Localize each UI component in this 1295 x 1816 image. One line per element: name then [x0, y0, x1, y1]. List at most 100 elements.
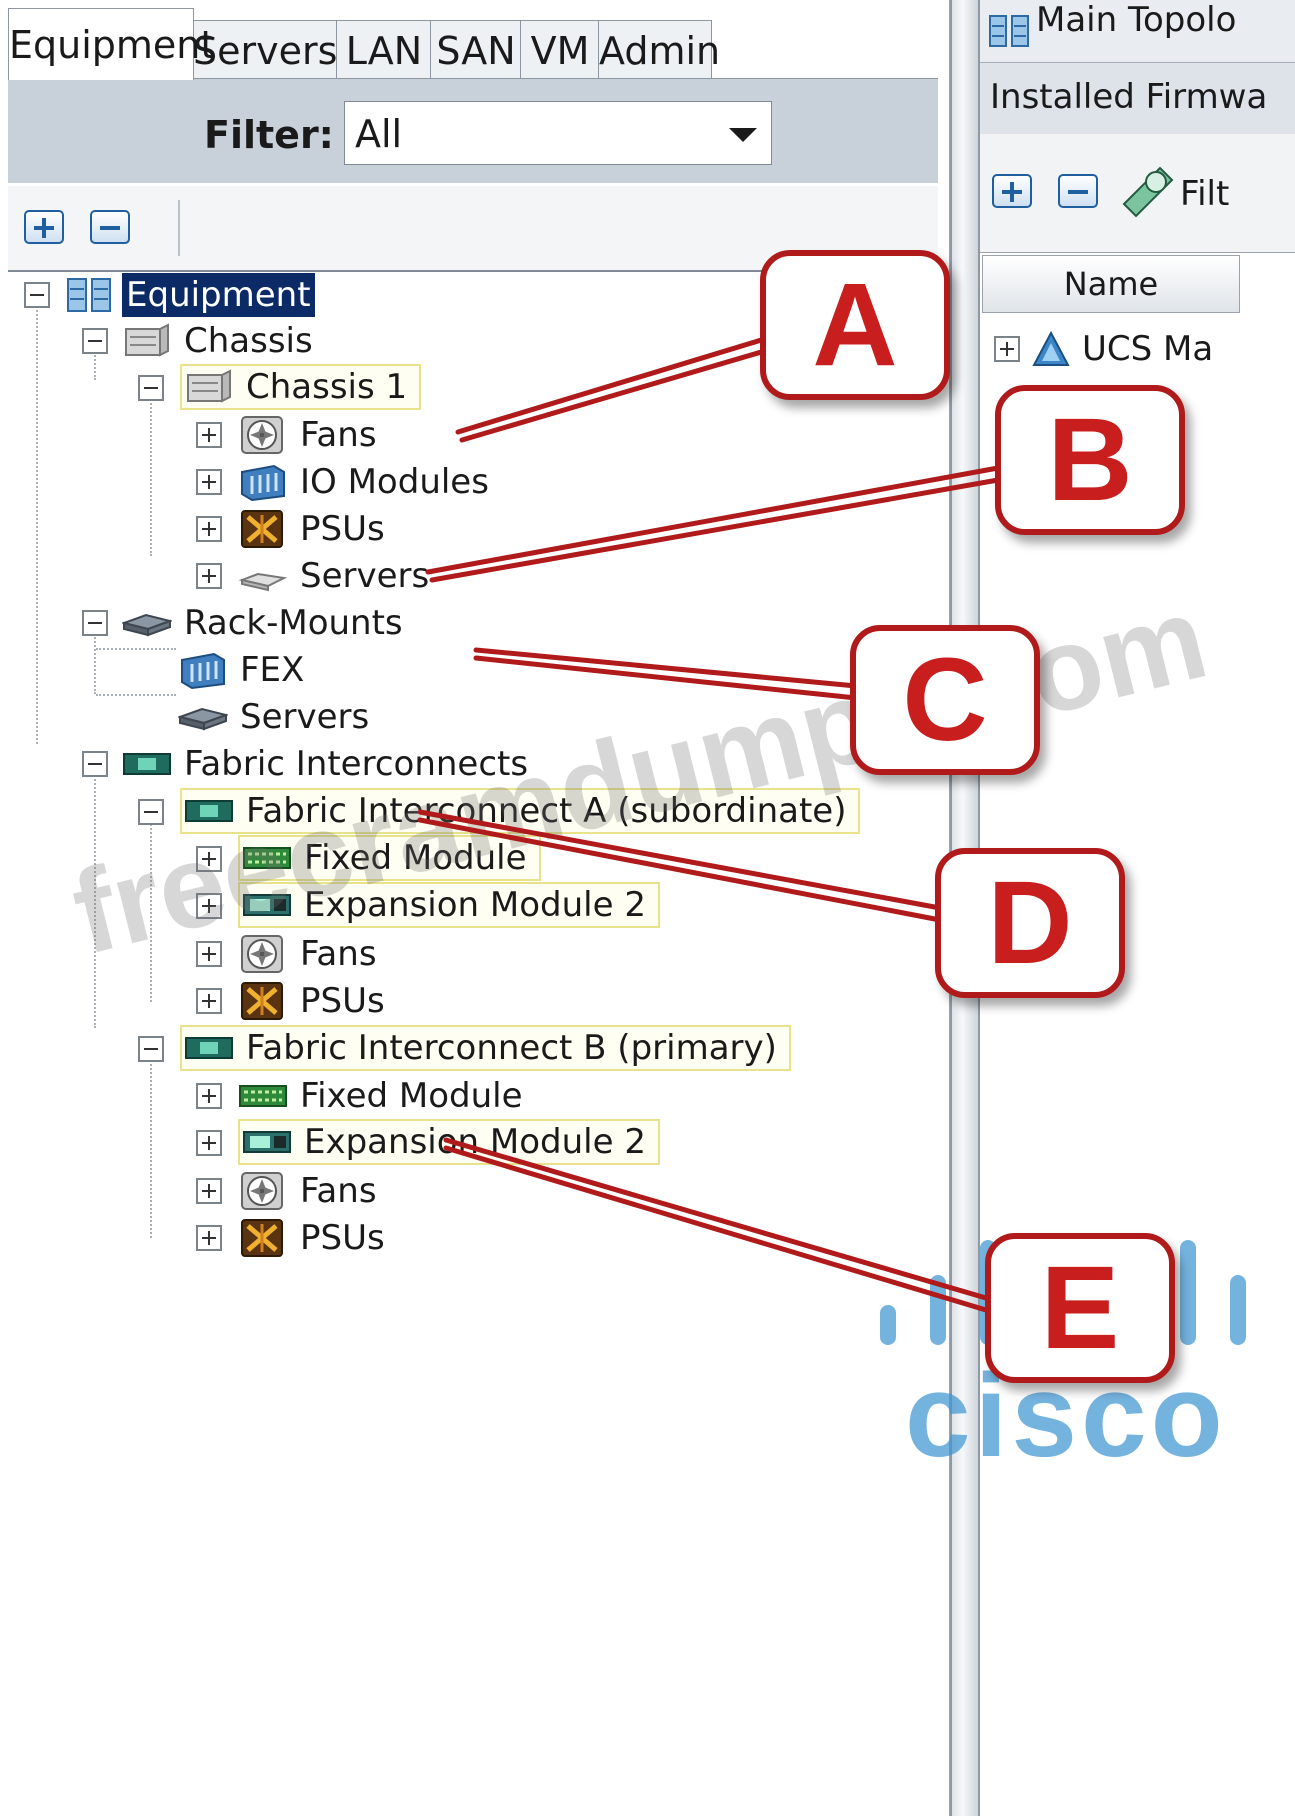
fabric-interconnect-icon — [123, 753, 171, 775]
collapse-icon[interactable] — [138, 1036, 164, 1062]
tree-node-fi-b-psus[interactable]: PSUs — [238, 1215, 389, 1261]
filter-label: Filter: — [204, 113, 334, 157]
tree-node-label: PSUs — [300, 509, 385, 549]
expand-icon[interactable] — [196, 1083, 222, 1109]
chassis-icon — [187, 369, 231, 403]
tab-equipment[interactable]: Equipment — [8, 8, 215, 80]
tree-node-label: Servers — [240, 697, 370, 737]
tree-node-label: Chassis — [184, 321, 313, 361]
filter-icon[interactable] — [1120, 164, 1176, 218]
callout-b: B — [995, 385, 1185, 535]
expand-all-button[interactable] — [24, 210, 64, 244]
navigation-tab-strip: Equipment Servers LAN SAN VM Admin — [8, 8, 938, 80]
tree-node-label: IO Modules — [300, 462, 489, 502]
toolbar-divider — [178, 200, 180, 256]
filter-bar: Filter: All — [8, 78, 938, 183]
tree-node-label: Chassis 1 — [246, 367, 408, 407]
callout-c: C — [850, 625, 1040, 775]
tab-label: Installed Firmwa — [990, 77, 1268, 117]
tab-lan[interactable]: LAN — [336, 20, 432, 80]
callout-a: A — [760, 250, 950, 400]
column-header-name[interactable]: Name — [982, 255, 1240, 313]
tab-admin[interactable]: Admin — [598, 20, 720, 80]
collapse-all-button[interactable] — [90, 210, 130, 244]
callout-d: D — [935, 848, 1125, 998]
tree-node-label: Rack-Mounts — [184, 603, 403, 643]
expand-button[interactable] — [992, 174, 1032, 208]
expand-icon[interactable] — [196, 988, 222, 1014]
tab-vm[interactable]: VM — [520, 20, 600, 80]
tree-connector — [150, 1048, 152, 1238]
ucs-manager-icon — [1032, 330, 1070, 366]
fex-icon — [181, 652, 225, 690]
tree-node-equipment[interactable]: Equipment — [64, 272, 315, 318]
fixed-module-icon — [239, 1085, 287, 1107]
filter-button-label[interactable]: Filt — [1180, 174, 1229, 214]
expand-icon[interactable] — [196, 422, 222, 448]
fabric-interconnect-icon — [185, 1037, 233, 1059]
fan-icon — [241, 416, 283, 454]
tree-node-fi-b-fans[interactable]: Fans — [238, 1168, 381, 1214]
tree-node-chassis-servers[interactable]: Servers — [238, 553, 433, 599]
grid-header: Name — [980, 252, 1295, 316]
expand-icon[interactable] — [196, 1130, 222, 1156]
collapse-icon[interactable] — [138, 375, 164, 401]
grid-toolbar: Filt — [980, 134, 1295, 252]
tree-node-rack-servers[interactable]: Servers — [178, 694, 373, 740]
tree-node-label: Fabric Interconnect B (primary) — [246, 1028, 777, 1068]
filter-value: All — [355, 112, 403, 156]
tree-node-chassis[interactable]: Chassis — [122, 318, 317, 364]
expand-icon[interactable] — [994, 336, 1020, 362]
tree-node-chassis-1[interactable]: Chassis 1 — [180, 364, 422, 410]
collapse-button[interactable] — [1058, 174, 1098, 208]
tree-node-fi-a-psus[interactable]: PSUs — [238, 978, 389, 1024]
power-supply-icon — [241, 510, 283, 548]
tab-main-topology[interactable]: Main Topolo — [980, 0, 1295, 62]
filter-dropdown[interactable]: All — [344, 101, 772, 165]
tab-san[interactable]: SAN — [430, 20, 522, 80]
tree-node-io-modules[interactable]: IO Modules — [238, 459, 493, 505]
collapse-icon[interactable] — [82, 328, 108, 354]
power-supply-icon — [241, 982, 283, 1020]
tree-node-chassis-psus[interactable]: PSUs — [238, 506, 389, 552]
collapse-icon[interactable] — [82, 751, 108, 777]
blade-server-icon — [238, 572, 288, 592]
tree-node-label: Expansion Module 2 — [304, 1122, 646, 1162]
power-supply-icon — [241, 1219, 283, 1257]
tree-node-label: FEX — [240, 650, 305, 690]
tree-node-label: PSUs — [300, 981, 385, 1021]
equipment-rack-icon — [67, 278, 111, 312]
tree-connector — [96, 694, 176, 696]
tree-node-fi-b-expansion-module[interactable]: Expansion Module 2 — [238, 1119, 660, 1165]
expand-icon[interactable] — [196, 1225, 222, 1251]
expand-icon[interactable] — [196, 469, 222, 495]
rack-server-icon — [122, 613, 172, 637]
chevron-down-icon[interactable] — [729, 128, 757, 142]
tree-connector — [150, 388, 152, 556]
chassis-icon — [125, 323, 169, 357]
collapse-icon[interactable] — [82, 610, 108, 636]
equipment-tree: Equipment Chassis Chassis 1 Fans IO Modu… — [8, 272, 938, 1816]
fan-icon — [241, 1172, 283, 1210]
tree-node-rack-mounts[interactable]: Rack-Mounts — [122, 600, 407, 646]
expand-icon[interactable] — [196, 1178, 222, 1204]
io-module-icon — [241, 464, 285, 502]
collapse-icon[interactable] — [138, 799, 164, 825]
rack-server-icon — [178, 707, 228, 731]
collapse-icon[interactable] — [24, 282, 50, 308]
tree-node-fi-b-fixed-module[interactable]: Fixed Module — [238, 1073, 527, 1119]
expansion-module-icon — [243, 1131, 291, 1153]
tree-node-label: Servers — [300, 556, 430, 596]
expand-icon[interactable] — [196, 516, 222, 542]
tree-node-label: Fans — [300, 415, 377, 455]
tree-node-chassis-fans[interactable]: Fans — [238, 412, 381, 458]
tab-installed-firmware[interactable]: Installed Firmwa — [980, 62, 1295, 134]
tree-connector — [96, 648, 176, 650]
tree-node-label: PSUs — [300, 1218, 385, 1258]
table-row[interactable]: UCS Ma — [980, 326, 1295, 372]
tree-node-fabric-interconnect-b[interactable]: Fabric Interconnect B (primary) — [180, 1025, 791, 1071]
tree-node-label: Fans — [300, 934, 377, 974]
tree-node-label: Fans — [300, 1171, 377, 1211]
tree-node-fex[interactable]: FEX — [178, 647, 308, 693]
expand-icon[interactable] — [196, 563, 222, 589]
